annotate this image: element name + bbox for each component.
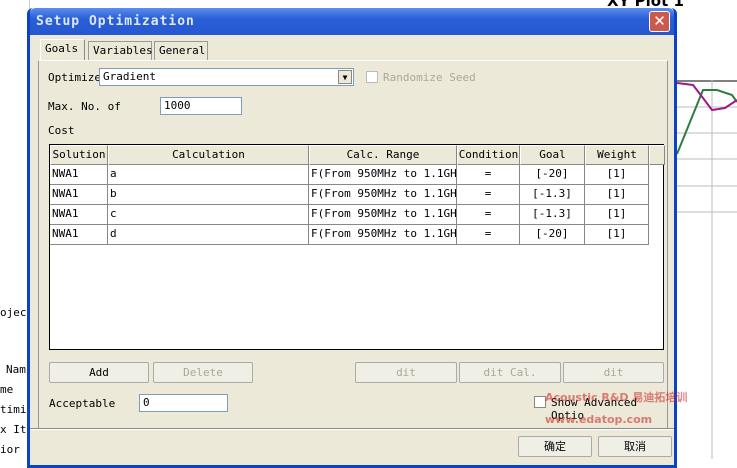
setup-optimization-dialog: Setup Optimization ✕ Goals Variables Gen… (27, 8, 677, 468)
cell-goal[interactable]: [-1.3] (520, 185, 585, 205)
cancel-button[interactable]: 取消 (598, 436, 672, 457)
cost-label: Cost (48, 124, 75, 137)
project-tree-panel: ojec Nam me timi x It ior (0, 0, 30, 459)
cell-weight[interactable]: [1] (585, 165, 649, 185)
show-advanced-label: Show Advanced Optio (551, 396, 638, 422)
max-iterations-label: Max. No. of (48, 100, 121, 113)
cell-calc-range[interactable]: F(From 950MHz to 1.1GHz) (309, 165, 457, 185)
plot-traces (677, 80, 737, 459)
tree-text: ior (0, 443, 20, 456)
cell-calculation[interactable]: b (108, 185, 309, 205)
col-condition[interactable]: Condition (457, 145, 520, 165)
tree-text: x It (0, 423, 27, 436)
cell-solution[interactable]: NWA1 (50, 165, 108, 185)
cell-calculation[interactable]: c (108, 205, 309, 225)
cell-weight[interactable]: [1] (585, 185, 649, 205)
cell-calculation[interactable]: a (108, 165, 309, 185)
ok-button[interactable]: 确定 (518, 436, 592, 457)
col-calc-range[interactable]: Calc. Range (309, 145, 457, 165)
randomize-seed-checkbox[interactable] (366, 71, 378, 83)
cell-calc-range[interactable]: F(From 950MHz to 1.1GHz) (309, 185, 457, 205)
cost-table: Solution Calculation Calc. Range Conditi… (49, 144, 665, 350)
title-bar[interactable]: Setup Optimization (30, 8, 674, 35)
dialog-title: Setup Optimization (36, 14, 195, 29)
cell-solution[interactable]: NWA1 (50, 205, 108, 225)
edit-calculation-button[interactable]: dit Calculation.. (355, 362, 457, 383)
cell-condition[interactable]: = (457, 185, 520, 205)
cell-calculation[interactable]: d (108, 225, 309, 245)
separator (30, 428, 674, 430)
col-weight[interactable]: Weight (585, 145, 649, 165)
optimizer-value: Gradient (103, 70, 156, 83)
tree-text: me (0, 383, 14, 396)
cell-calc-range[interactable]: F(From 950MHz to 1.1GHz) (309, 205, 457, 225)
col-blank (649, 145, 665, 165)
delete-button[interactable]: Delete (153, 362, 253, 383)
tab-variables[interactable]: Variables (88, 41, 153, 60)
col-goal[interactable]: Goal (520, 145, 585, 165)
cell-condition[interactable]: = (457, 205, 520, 225)
tab-general[interactable]: General (154, 41, 208, 60)
xy-plot: XY Plot 1 (607, 0, 737, 459)
tree-text: ojec (0, 306, 27, 319)
col-solution[interactable]: Solution (50, 145, 108, 165)
cell-solution[interactable]: NWA1 (50, 185, 108, 205)
tab-goals[interactable]: Goals (40, 39, 85, 61)
chevron-down-icon[interactable]: ▼ (338, 70, 352, 84)
tree-text: timi (0, 403, 27, 416)
cell-condition[interactable]: = (457, 225, 520, 245)
acceptable-input[interactable]: 0 (139, 394, 228, 412)
show-advanced-checkbox[interactable] (534, 396, 546, 408)
col-calculation[interactable]: Calculation (108, 145, 309, 165)
cell-weight[interactable]: [1] (585, 225, 649, 245)
edit-goal-weight-button[interactable]: dit Goal/Weight.. (563, 362, 664, 383)
cell-calc-range[interactable]: F(From 950MHz to 1.1GHz) (309, 225, 457, 245)
tree-text: Nam (6, 363, 26, 376)
cell-solution[interactable]: NWA1 (50, 225, 108, 245)
randomize-seed-label: Randomize Seed (383, 71, 476, 84)
add-button[interactable]: Add (49, 362, 149, 383)
trace-green (677, 89, 737, 155)
cell-weight[interactable]: [1] (585, 205, 649, 225)
trace-magenta (677, 82, 737, 112)
cell-goal[interactable]: [-20] (520, 225, 585, 245)
acceptable-label: Acceptable (49, 397, 116, 410)
close-icon[interactable]: ✕ (649, 11, 670, 32)
max-iterations-input[interactable]: 1000 (160, 97, 242, 115)
edit-calc-range-button[interactable]: dit Cal. Range.. (459, 362, 561, 383)
cell-condition[interactable]: = (457, 165, 520, 185)
cell-goal[interactable]: [-1.3] (520, 205, 585, 225)
cell-goal[interactable]: [-20] (520, 165, 585, 185)
optimizer-select[interactable]: Gradient ▼ (99, 68, 354, 86)
